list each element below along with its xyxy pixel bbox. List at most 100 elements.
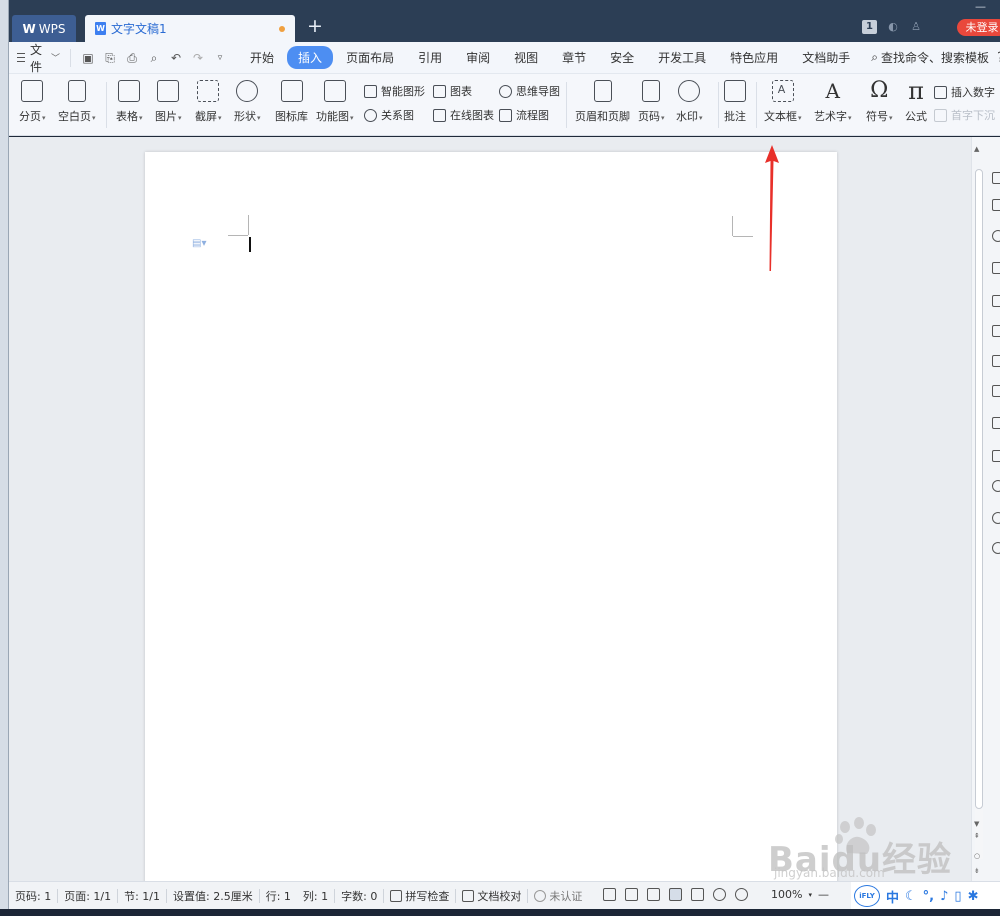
new-tab-button[interactable]: + (305, 16, 325, 36)
star-icon[interactable] (992, 325, 1000, 337)
picture-button[interactable]: 图片▾ (155, 80, 182, 124)
punctuation-icon[interactable]: °, (923, 889, 934, 904)
translate-icon[interactable] (992, 385, 1000, 397)
screenshot-button[interactable]: 截屏▾ (195, 80, 222, 124)
gear-icon[interactable]: ✱ (968, 889, 979, 904)
help-icon[interactable] (992, 542, 1000, 554)
print-icon[interactable]: ⎙ (125, 51, 139, 65)
file-menu-button[interactable]: 文件 ﹀ (17, 41, 60, 75)
scroll-up-icon[interactable]: ▲ (974, 145, 979, 153)
symbol-button[interactable]: Ω 符号▾ (866, 80, 893, 124)
smart-shape-button[interactable]: 智能图形 (364, 83, 425, 99)
tab-developer[interactable]: 开发工具 (647, 46, 717, 69)
edit-icon[interactable] (992, 355, 1000, 367)
tab-wps-home[interactable]: W WPS (12, 15, 76, 42)
redo-icon[interactable]: ↷ (191, 51, 205, 65)
mindmap-button[interactable]: 思维导图 (499, 83, 560, 99)
status-setting[interactable]: 设置值: 2.5厘米 (167, 888, 259, 904)
certify-status[interactable]: 未认证 (528, 888, 588, 904)
login-button[interactable]: 未登录 (957, 19, 1000, 36)
ifly-chinese-mode[interactable]: 中 (886, 887, 899, 906)
icon-library-button[interactable]: 图标库 (275, 80, 308, 124)
zoom-dropdown-icon[interactable]: ▾ (808, 891, 812, 899)
blank-page-button[interactable]: 空白页▾ (58, 80, 96, 124)
web-view-icon[interactable] (713, 888, 726, 901)
save-icon[interactable]: ▣ (81, 51, 95, 65)
table-button[interactable]: 表格▾ (116, 80, 143, 124)
tab-doc-assistant[interactable]: 文档助手 (791, 46, 861, 69)
zoom-control[interactable]: 100% ▾ — (771, 888, 829, 901)
document-workspace[interactable]: ▤▾ (9, 137, 971, 892)
reading-view-icon[interactable] (625, 888, 638, 901)
property-icon[interactable] (992, 262, 1000, 274)
function-chart-button[interactable]: 功能图▾ (316, 80, 354, 124)
document-page[interactable]: ▤▾ (145, 152, 837, 892)
command-search[interactable]: ⌕ 查找命令、搜索模板 (871, 49, 989, 66)
customize-dropdown-icon[interactable]: ▿ (213, 51, 227, 65)
online-chart-button[interactable]: 在线图表 (433, 107, 494, 123)
page-view-icon[interactable] (669, 888, 682, 901)
image-icon[interactable] (992, 450, 1000, 462)
eye-protection-icon[interactable] (735, 888, 748, 901)
insert-number-button[interactable]: 插入数字 (934, 84, 995, 100)
header-footer-button[interactable]: 页眉和页脚 (575, 80, 630, 124)
microphone-icon[interactable]: ♪ (940, 889, 948, 904)
shirt-icon[interactable]: ♙ (909, 20, 923, 34)
tab-sections[interactable]: 章节 (551, 46, 597, 69)
tab-page-layout[interactable]: 页面布局 (335, 46, 405, 69)
status-column[interactable]: 列: 1 (297, 888, 334, 904)
tab-start[interactable]: 开始 (239, 46, 285, 69)
textbox-button[interactable]: 文本框▾ (764, 80, 802, 124)
chart-button[interactable]: 图表 (433, 83, 472, 99)
gallery-icon[interactable] (992, 295, 1000, 307)
drop-cap-button[interactable]: 首字下沉 (934, 107, 995, 123)
scrollbar-thumb[interactable] (975, 169, 983, 809)
moon-icon[interactable]: ☾ (905, 889, 917, 904)
pen-icon[interactable] (647, 888, 660, 901)
tab-insert[interactable]: 插入 (287, 46, 334, 69)
vertical-scrollbar[interactable] (975, 169, 983, 859)
shape-button[interactable]: 形状▾ (234, 80, 261, 124)
print-preview-icon[interactable]: ⌕ (147, 51, 161, 65)
spellcheck-button[interactable]: 拼写检查 (384, 888, 455, 904)
status-pages[interactable]: 页面: 1/1 (58, 888, 117, 904)
tab-view[interactable]: 视图 (503, 46, 549, 69)
skin-icon[interactable]: ◐ (886, 20, 900, 34)
flowchart-button[interactable]: 流程图 (499, 107, 549, 123)
status-page-code[interactable]: 页码: 1 (9, 888, 57, 904)
zoom-out-icon[interactable]: — (818, 888, 829, 901)
tab-references[interactable]: 引用 (407, 46, 453, 69)
status-line[interactable]: 行: 1 (260, 888, 297, 904)
tab-review[interactable]: 审阅 (455, 46, 501, 69)
skin-icon[interactable]: ▯ (954, 889, 961, 904)
format-painter-icon[interactable]: ⎘ (103, 51, 117, 65)
next-page-icon[interactable]: ⇟ (974, 867, 980, 875)
formula-button[interactable]: π 公式 (905, 79, 927, 124)
window-count-badge[interactable]: 1 (862, 20, 877, 34)
relation-chart-button[interactable]: 关系图 (364, 107, 414, 123)
zoom-level[interactable]: 100% (771, 888, 802, 901)
watermark-button[interactable]: 水印▾ (676, 80, 703, 124)
history-icon[interactable] (992, 512, 1000, 524)
tab-document[interactable]: W 文字文稿1 (85, 15, 295, 42)
select-icon[interactable] (992, 199, 1000, 211)
comment-button[interactable]: 批注 (724, 80, 746, 124)
scroll-down-icon[interactable]: ▼ (974, 820, 979, 828)
page-break-button[interactable]: 分页▾ (19, 80, 46, 124)
minimize-icon[interactable]: — (975, 0, 986, 13)
undo-icon[interactable]: ↶ (169, 51, 183, 65)
style-panel-icon[interactable] (992, 172, 1000, 184)
page-number-button[interactable]: 页码▾ (638, 80, 665, 124)
tab-special-apps[interactable]: 特色应用 (719, 46, 789, 69)
select-browse-icon[interactable]: ○ (974, 852, 980, 860)
backup-icon[interactable] (992, 417, 1000, 429)
shape-panel-icon[interactable] (992, 230, 1000, 242)
settings-icon[interactable] (992, 480, 1000, 492)
status-section[interactable]: 节: 1/1 (118, 888, 166, 904)
unsaved-dot-icon[interactable] (279, 26, 285, 32)
outline-view-icon[interactable] (691, 888, 704, 901)
tab-security[interactable]: 安全 (599, 46, 645, 69)
status-word-count[interactable]: 字数: 0 (335, 888, 383, 904)
prev-page-icon[interactable]: ⇞ (974, 832, 980, 840)
proofread-button[interactable]: 文档校对 (456, 888, 527, 904)
